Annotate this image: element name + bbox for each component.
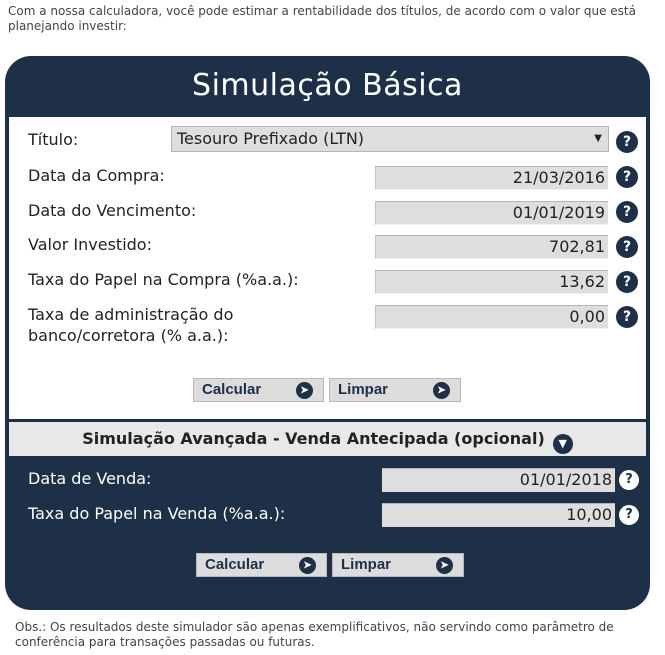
taxa-venda-label: Taxa do Papel na Venda (%a.a.): (28, 504, 286, 523)
taxa-venda-field[interactable]: 10,00 (382, 503, 615, 527)
calcular-advanced-button-label: Calcular (205, 556, 265, 573)
calcular-button[interactable]: Calcular ➤ (193, 378, 324, 402)
calcular-button-label: Calcular (202, 381, 262, 398)
data-vencimento-label: Data do Vencimento: (28, 201, 197, 220)
help-icon-data-compra[interactable]: ? (616, 166, 638, 188)
limpar-button-label: Limpar (338, 381, 389, 398)
taxa-compra-label: Taxa do Papel na Compra (%a.a.): (28, 270, 299, 289)
data-compra-field[interactable]: 21/03/2016 (375, 166, 608, 190)
help-icon-valor-investido[interactable]: ? (616, 236, 638, 258)
advanced-simulation-toggle[interactable]: Simulação Avançada - Venda Antecipada (o… (9, 422, 646, 456)
chevron-right-circle-icon: ➤ (433, 382, 450, 399)
chevron-right-circle-icon: ➤ (296, 382, 313, 399)
valor-investido-field[interactable]: 702,81 (375, 235, 608, 259)
advanced-simulation-title: Simulação Avançada - Venda Antecipada (o… (82, 429, 545, 448)
limpar-advanced-button-label: Limpar (341, 556, 392, 573)
help-icon-data-vencimento[interactable]: ? (616, 201, 638, 223)
taxa-admin-label-line2: banco/corretora (% a.a.): (28, 326, 229, 345)
chevron-right-circle-icon: ➤ (299, 557, 316, 574)
data-venda-label: Data de Venda: (28, 469, 152, 488)
intro-text: Com a nossa calculadora, você pode estim… (8, 4, 636, 33)
limpar-advanced-button[interactable]: Limpar ➤ (332, 553, 464, 577)
titulo-select-value: Tesouro Prefixado (LTN) (177, 129, 365, 148)
titulo-label: Título: (28, 130, 79, 149)
help-icon-taxa-compra[interactable]: ? (616, 271, 638, 293)
data-venda-field[interactable]: 01/01/2018 (382, 468, 615, 492)
disclaimer-text: Obs.: Os resultados deste simulador são … (15, 620, 614, 649)
chevron-down-circle-icon: ▼ (552, 434, 573, 454)
data-compra-label: Data da Compra: (28, 166, 165, 185)
dropdown-arrow-icon: ▼ (594, 133, 602, 144)
chevron-right-circle-icon: ➤ (436, 557, 453, 574)
valor-investido-label: Valor Investido: (28, 235, 152, 254)
taxa-admin-label-line1: Taxa de administração do (28, 305, 234, 324)
help-icon-data-venda[interactable]: ? (619, 470, 639, 490)
help-icon-taxa-admin[interactable]: ? (616, 306, 638, 328)
titulo-select[interactable]: Tesouro Prefixado (LTN) ▼ (171, 126, 609, 152)
taxa-admin-field[interactable]: 0,00 (375, 305, 608, 329)
basic-form (9, 117, 646, 419)
calcular-advanced-button[interactable]: Calcular ➤ (196, 553, 327, 577)
simulator-panel: Simulação Básica Título: Tesouro Prefixa… (5, 56, 650, 610)
help-icon-titulo[interactable]: ? (616, 131, 638, 153)
limpar-button[interactable]: Limpar ➤ (329, 378, 461, 402)
taxa-compra-field[interactable]: 13,62 (375, 270, 608, 294)
data-vencimento-field[interactable]: 01/01/2019 (375, 201, 608, 225)
help-icon-taxa-venda[interactable]: ? (619, 505, 639, 525)
basic-simulation-title: Simulação Básica (192, 68, 463, 103)
